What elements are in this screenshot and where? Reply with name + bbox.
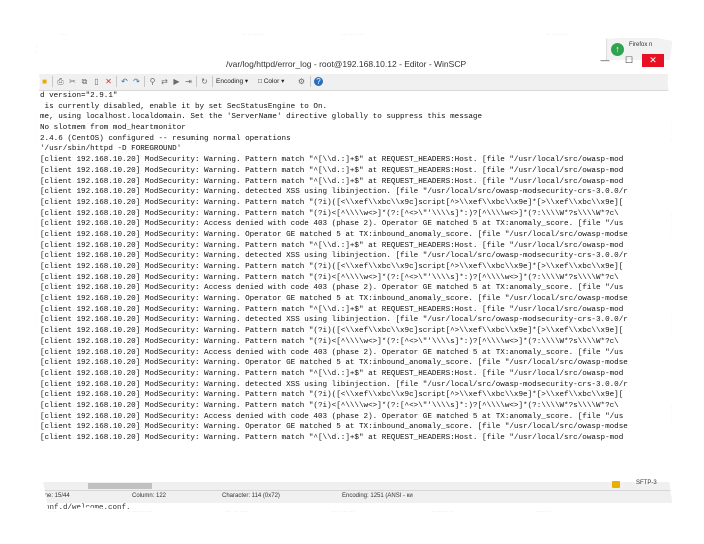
goto-icon[interactable]: ⇥ — [184, 77, 193, 86]
editor-line[interactable]: [client 192.168.10.20] ModSecurity: Warn… — [36, 251, 672, 262]
copy-icon[interactable]: ⧉ — [80, 77, 89, 86]
print-icon[interactable]: ⎙ — [56, 77, 65, 86]
editor-line[interactable]: me, using localhost.localdomain. Set the… — [36, 112, 672, 123]
editor-line[interactable]: [client 192.168.10.20] ModSecurity: Warn… — [36, 187, 672, 198]
lock-icon — [612, 481, 620, 488]
redo-icon[interactable]: ↷ — [132, 77, 141, 86]
editor-line[interactable]: No slotmem from mod_heartmonitor — [36, 123, 672, 134]
find-icon[interactable]: ⚲ — [148, 77, 157, 86]
editor-line[interactable]: [client 192.168.10.20] ModSecurity: Warn… — [36, 401, 672, 412]
editor-line[interactable]: [client 192.168.10.20] ModSecurity: Warn… — [36, 209, 672, 220]
firefox-label: Firefox n — [629, 42, 653, 48]
editor-line[interactable]: [client 192.168.10.20] ModSecurity: Warn… — [36, 390, 672, 401]
editor-line[interactable]: [client 192.168.10.20] ModSecurity: Acce… — [36, 219, 672, 230]
maximize-button[interactable]: ☐ — [618, 54, 640, 67]
editor-toolbar: ■ ⎙ ✂ ⧉ ▯ ✕ ↶ ↷ ⚲ ⇄ ▶ ⇥ ↻ Encoding ▾ □ C… — [36, 74, 672, 91]
toolbar-separator — [52, 76, 53, 87]
editor-line[interactable]: [client 192.168.10.20] ModSecurity: Warn… — [36, 294, 672, 305]
window-controls: — ☐ ✕ — [594, 54, 664, 67]
save-icon[interactable]: ■ — [40, 77, 49, 86]
editor-text-area[interactable]: d version="2.9.1" is currently disabled,… — [36, 91, 672, 483]
window-title: /var/log/httpd/error_log - root@192.168.… — [226, 59, 467, 69]
editor-line[interactable]: [client 192.168.10.20] ModSecurity: Acce… — [36, 412, 672, 423]
status-bar: Line: 15/44 Column: 122 Character: 114 (… — [36, 490, 672, 503]
screenshot-frame: ↑ Firefox n /var/log/httpd/error_log - r… — [36, 34, 672, 512]
editor-line[interactable]: [client 192.168.10.20] ModSecurity: Warn… — [36, 326, 672, 337]
encoding-menu[interactable]: Encoding ▾ — [216, 77, 248, 85]
encoding-label: Encoding — [216, 78, 244, 85]
editor-line[interactable]: 2.4.6 (CentOS) configured -- resuming no… — [36, 134, 672, 145]
editor-line[interactable]: [client 192.168.10.20] ModSecurity: Warn… — [36, 198, 672, 209]
toolbar-separator — [310, 76, 311, 87]
delete-icon[interactable]: ✕ — [104, 77, 113, 86]
toolbar-separator — [116, 76, 117, 87]
editor-line[interactable]: [client 192.168.10.20] ModSecurity: Warn… — [36, 433, 672, 444]
editor-line[interactable]: [client 192.168.10.20] ModSecurity: Warn… — [36, 177, 672, 188]
settings-icon[interactable]: ⚙ — [297, 77, 306, 86]
background-window-text: /conf.d/welcome.conf. — [36, 504, 131, 512]
editor-line[interactable]: [client 192.168.10.20] ModSecurity: Warn… — [36, 358, 672, 369]
editor-line[interactable]: '/usr/sbin/httpd -D FOREGROUND' — [36, 144, 672, 155]
color-label: Color — [263, 78, 280, 85]
help-icon[interactable]: ? — [314, 77, 323, 86]
editor-line[interactable]: [client 192.168.10.20] ModSecurity: Warn… — [36, 315, 672, 326]
status-line: Line: 15/44 — [40, 493, 70, 499]
replace-icon[interactable]: ⇄ — [160, 77, 169, 86]
close-button[interactable]: ✕ — [642, 54, 664, 67]
editor-line[interactable]: d version="2.9.1" — [36, 91, 672, 102]
editor-line[interactable]: [client 192.168.10.20] ModSecurity: Warn… — [36, 241, 672, 252]
editor-line[interactable]: [client 192.168.10.20] ModSecurity: Acce… — [36, 283, 672, 294]
undo-icon[interactable]: ↶ — [120, 77, 129, 86]
toolbar-separator — [144, 76, 145, 87]
editor-line[interactable]: [client 192.168.10.20] ModSecurity: Acce… — [36, 348, 672, 359]
editor-line[interactable]: [client 192.168.10.20] ModSecurity: Warn… — [36, 380, 672, 391]
editor-line[interactable]: [client 192.168.10.20] ModSecurity: Warn… — [36, 337, 672, 348]
status-character: Character: 114 (0x72) — [222, 493, 280, 499]
editor-line[interactable]: [client 192.168.10.20] ModSecurity: Warn… — [36, 155, 672, 166]
editor-line[interactable]: [client 192.168.10.20] ModSecurity: Warn… — [36, 230, 672, 241]
editor-line[interactable]: [client 192.168.10.20] ModSecurity: Warn… — [36, 262, 672, 273]
scrollbar-thumb[interactable] — [88, 483, 152, 489]
editor-line[interactable]: is currently disabled, enable it by set … — [36, 102, 672, 113]
editor-line[interactable]: [client 192.168.10.20] ModSecurity: Warn… — [36, 305, 672, 316]
find-next-icon[interactable]: ▶ — [172, 77, 181, 86]
toolbar-separator — [212, 76, 213, 87]
protocol-label: SFTP-3 — [636, 480, 657, 486]
minimize-button[interactable]: — — [594, 54, 616, 67]
editor-line[interactable]: [client 192.168.10.20] ModSecurity: Warn… — [36, 273, 672, 284]
paste-icon[interactable]: ▯ — [92, 77, 101, 86]
editor-line[interactable]: [client 192.168.10.20] ModSecurity: Warn… — [36, 369, 672, 380]
horizontal-scrollbar[interactable] — [36, 482, 672, 490]
editor-line[interactable]: [client 192.168.10.20] ModSecurity: Warn… — [36, 422, 672, 433]
reload-icon[interactable]: ↻ — [200, 77, 209, 86]
status-column: Column: 122 — [132, 493, 167, 499]
toolbar-separator — [196, 76, 197, 87]
cut-icon[interactable]: ✂ — [68, 77, 77, 86]
color-menu[interactable]: □ Color ▾ — [258, 77, 284, 85]
status-encoding: Encoding: 1251 (ANSI - ки — [342, 493, 413, 499]
editor-line[interactable]: [client 192.168.10.20] ModSecurity: Warn… — [36, 166, 672, 177]
